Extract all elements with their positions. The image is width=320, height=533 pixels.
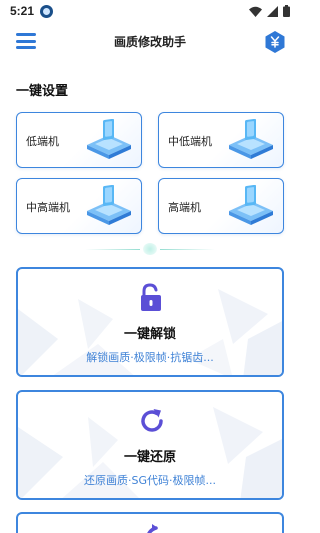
unlock-title: 一键解锁 <box>123 327 176 342</box>
preset-card-low[interactable]: 低端机 <box>16 112 142 168</box>
battery-icon <box>283 5 290 17</box>
status-time: 5:21 <box>10 4 35 18</box>
status-bar: 5:21 <box>0 0 300 22</box>
preset-card-mid-low[interactable]: 中低端机 <box>158 112 284 168</box>
preset-label: 高端机 <box>168 201 201 214</box>
partial-action-icon <box>136 522 166 533</box>
chip-icon <box>225 119 277 161</box>
app-bar: 画质修改助手 <box>0 24 300 58</box>
menu-icon[interactable] <box>16 33 36 49</box>
preset-card-high[interactable]: 高端机 <box>158 178 284 234</box>
section-title: 一键设置 <box>16 84 69 99</box>
preset-label: 低端机 <box>26 135 59 148</box>
chip-icon <box>225 185 277 227</box>
preset-card-mid-high[interactable]: 中高端机 <box>16 178 142 234</box>
chip-icon <box>83 185 135 227</box>
restore-title: 一键还原 <box>123 450 176 465</box>
section-divider <box>85 243 215 255</box>
unlock-subtitle: 解锁画质·极限帧·抗锯齿... <box>86 351 214 364</box>
unlock-card[interactable]: 一键解锁 解锁画质·极限帧·抗锯齿... <box>16 267 284 377</box>
hex-currency-icon[interactable] <box>264 30 286 54</box>
preset-label: 中高端机 <box>26 201 70 214</box>
app-title: 画质修改助手 <box>113 34 186 49</box>
signal-icon <box>267 5 278 17</box>
unlock-icon <box>138 283 166 313</box>
divider-dot <box>143 243 157 255</box>
app-notification-icon <box>40 4 54 18</box>
chip-icon <box>83 119 135 161</box>
restore-card[interactable]: 一键还原 还原画质·SG代码·极限帧... <box>16 390 284 500</box>
partial-action-card[interactable] <box>16 512 284 533</box>
status-icons <box>249 5 290 17</box>
restore-subtitle: 还原画质·SG代码·极限帧... <box>84 474 216 487</box>
refresh-icon <box>138 406 166 436</box>
preset-label: 中低端机 <box>168 135 212 148</box>
wifi-icon <box>249 6 262 17</box>
